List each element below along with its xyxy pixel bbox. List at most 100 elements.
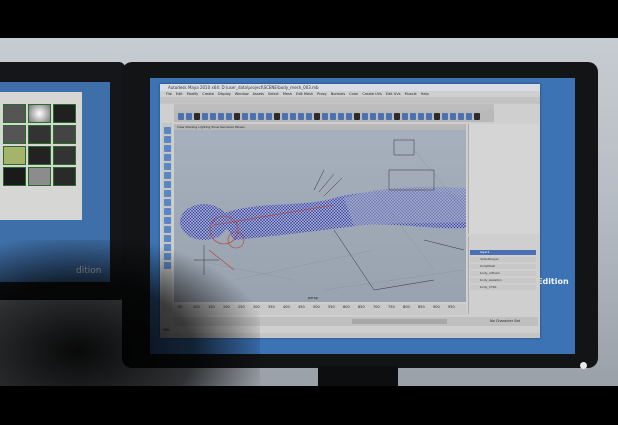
menu-item[interactable]: Select xyxy=(268,92,279,96)
timeline-frame-number: 500 xyxy=(313,305,320,309)
tool-icon[interactable] xyxy=(163,181,171,188)
shelf-tool-icon[interactable] xyxy=(442,112,448,120)
shelf-tool-icon[interactable] xyxy=(402,112,408,120)
tool-icon[interactable] xyxy=(163,226,171,233)
shelf-tool-icon[interactable] xyxy=(258,112,264,120)
shelf-tool-icon[interactable] xyxy=(210,112,216,120)
shelf-tool-icon[interactable] xyxy=(370,112,376,120)
shelf-tool-icon[interactable] xyxy=(306,112,312,120)
character-set-label[interactable]: No Character Set xyxy=(490,319,520,323)
layer-row[interactable]: body_refCam xyxy=(470,271,536,276)
menu-item[interactable]: Assets xyxy=(253,92,264,96)
shelf-tool-icon[interactable] xyxy=(186,112,192,120)
layer-row[interactable]: defaultLayer xyxy=(470,257,536,262)
menu-item[interactable]: Normals xyxy=(331,92,346,96)
material-swatch[interactable] xyxy=(53,167,76,186)
menu-item[interactable]: Edit xyxy=(176,92,183,96)
shelf-tool-icon[interactable] xyxy=(426,112,432,120)
shelf-tool-icon[interactable] xyxy=(274,112,280,120)
menu-item[interactable]: Edit UVs xyxy=(386,92,401,96)
tool-icon[interactable] xyxy=(163,190,171,197)
shelf-tool-icon[interactable] xyxy=(386,112,392,120)
menu-item[interactable]: Help xyxy=(421,92,429,96)
power-led-icon[interactable] xyxy=(580,362,587,369)
menu-item[interactable]: Color xyxy=(349,92,358,96)
shelf-tool-icon[interactable] xyxy=(474,112,480,120)
menu-item[interactable]: Mesh xyxy=(283,92,292,96)
shelf-tool-icon[interactable] xyxy=(322,112,328,120)
shelf-tool-icon[interactable] xyxy=(466,112,472,120)
shelf-tool-icon[interactable] xyxy=(298,112,304,120)
shelf-tool-icon[interactable] xyxy=(458,112,464,120)
layer-row[interactable]: body_CTRL xyxy=(470,285,536,290)
shelf-tool-icon[interactable] xyxy=(346,112,352,120)
timeline-frame-number: 400 xyxy=(283,305,290,309)
menu-item[interactable]: Display xyxy=(218,92,231,96)
material-swatch[interactable] xyxy=(3,146,26,165)
status-line[interactable] xyxy=(160,97,540,104)
material-swatch[interactable] xyxy=(3,167,26,186)
layer-row-selected[interactable]: layer1 xyxy=(470,250,536,255)
shelf-tool-icon[interactable] xyxy=(202,112,208,120)
material-swatch[interactable] xyxy=(28,125,51,144)
timeline-frame-number: 350 xyxy=(268,305,275,309)
shelf-tool-icon[interactable] xyxy=(250,112,256,120)
tool-icon[interactable] xyxy=(163,145,171,152)
shelf-tool-icon[interactable] xyxy=(354,112,360,120)
shelf-tool-icon[interactable] xyxy=(410,112,416,120)
layer-row[interactable]: body_skeleton xyxy=(470,278,536,283)
range-slider-handle[interactable] xyxy=(352,319,447,324)
shelf-tool-icon[interactable] xyxy=(338,112,344,120)
shelf-tool-icon[interactable] xyxy=(266,112,272,120)
shelf-tool-icon[interactable] xyxy=(234,112,240,120)
layer-row[interactable]: bodyMesh xyxy=(470,264,536,269)
material-swatch[interactable] xyxy=(3,104,26,123)
material-swatch[interactable] xyxy=(53,125,76,144)
material-swatch[interactable] xyxy=(3,125,26,144)
shelf-tool-icon[interactable] xyxy=(282,112,288,120)
shelf-tool-icon[interactable] xyxy=(362,112,368,120)
timeline-frame-number: 750 xyxy=(388,305,395,309)
tool-icon[interactable] xyxy=(163,136,171,143)
menu-item[interactable]: Window xyxy=(235,92,249,96)
material-swatch[interactable] xyxy=(53,146,76,165)
menu-item[interactable]: Muscle xyxy=(405,92,417,96)
tool-icon[interactable] xyxy=(163,172,171,179)
shelf-tool-icon[interactable] xyxy=(194,112,200,120)
material-swatch[interactable] xyxy=(28,167,51,186)
tool-icon[interactable] xyxy=(163,217,171,224)
shelf-tool-icon[interactable] xyxy=(450,112,456,120)
menu-item[interactable]: Create UVs xyxy=(362,92,382,96)
material-swatch[interactable] xyxy=(53,104,76,123)
menu-item[interactable]: Proxy xyxy=(317,92,327,96)
shelf-tool-icon[interactable] xyxy=(418,112,424,120)
top-letterbox xyxy=(0,0,618,40)
shelf-tool-icon[interactable] xyxy=(218,112,224,120)
monitor-stand xyxy=(318,366,398,388)
tool-icon[interactable] xyxy=(163,199,171,206)
material-swatch[interactable] xyxy=(28,104,51,123)
shelf-tool-icon[interactable] xyxy=(178,112,184,120)
tool-icon[interactable] xyxy=(163,163,171,170)
tool-icon[interactable] xyxy=(163,154,171,161)
shelf-tool-icon[interactable] xyxy=(314,112,320,120)
menu-item[interactable]: File xyxy=(166,92,172,96)
material-swatches xyxy=(3,104,79,186)
shelf-tool-icon[interactable] xyxy=(242,112,248,120)
menu-item[interactable]: Create xyxy=(202,92,214,96)
shelf-tool-icon[interactable] xyxy=(394,112,400,120)
shelf-tool-icon[interactable] xyxy=(434,112,440,120)
tool-icon[interactable] xyxy=(163,127,171,134)
material-swatch[interactable] xyxy=(28,146,51,165)
channel-box[interactable] xyxy=(468,124,539,234)
shelf-tool-icon[interactable] xyxy=(226,112,232,120)
shelf-tool-icon[interactable] xyxy=(290,112,296,120)
shelf-tool-icon[interactable] xyxy=(330,112,336,120)
tool-icon[interactable] xyxy=(163,208,171,215)
timeline-frame-number: 650 xyxy=(358,305,365,309)
timeline-frame-number: 550 xyxy=(328,305,335,309)
timeline-frame-number: 700 xyxy=(373,305,380,309)
menu-item[interactable]: Modify xyxy=(187,92,199,96)
shelf-tool-icon[interactable] xyxy=(378,112,384,120)
menu-item[interactable]: Edit Mesh xyxy=(296,92,313,96)
